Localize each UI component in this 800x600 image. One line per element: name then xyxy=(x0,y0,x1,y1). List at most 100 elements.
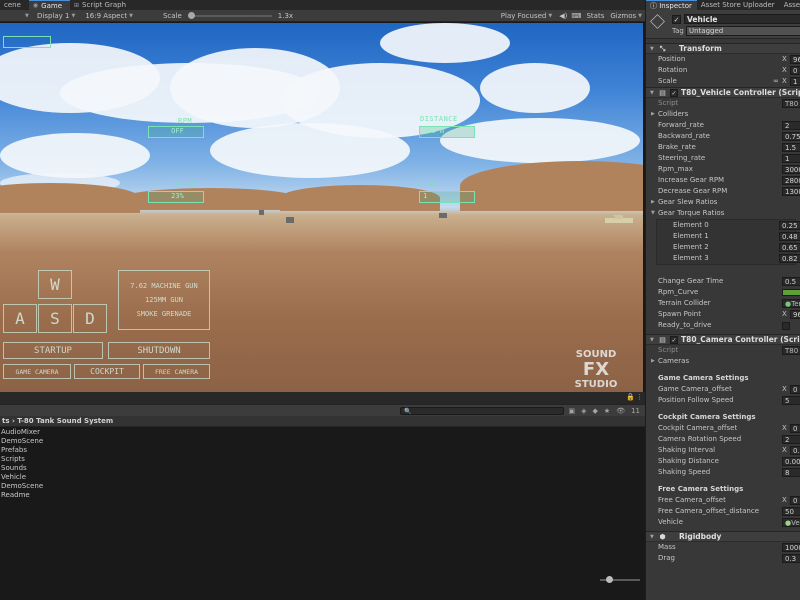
key-d-button[interactable]: D xyxy=(73,304,107,333)
list-item[interactable]: Readme xyxy=(0,491,645,500)
more-options-icon[interactable]: ⋮ xyxy=(636,393,643,401)
terrain-collider-field[interactable]: ●Terr xyxy=(782,299,800,308)
component-enabled-checkbox[interactable]: ✓ xyxy=(670,336,678,344)
game-camera-offset-x-field[interactable]: 0 xyxy=(790,385,800,394)
logo-line: FX xyxy=(582,359,610,380)
active-checkbox[interactable]: ✓ xyxy=(672,15,681,24)
filter-label-icon[interactable]: ◈ xyxy=(581,407,586,415)
steering-rate-field[interactable]: 1 xyxy=(782,154,800,163)
shutdown-button[interactable]: SHUTDOWN xyxy=(108,342,210,359)
key-w-button[interactable]: W xyxy=(38,270,72,299)
gear-torque-row[interactable]: ▼ Gear Torque Ratios xyxy=(646,208,800,219)
weapons-panel[interactable]: 7.62 MACHINE GUN 125MM GUN SMOKE GRENADE xyxy=(118,270,210,330)
tab-script-graph[interactable]: ⊞ Script Graph xyxy=(70,0,134,10)
tab-asset[interactable]: Asset xyxy=(780,0,800,10)
shaking-distance-field[interactable]: 0.001 xyxy=(782,457,800,466)
decrease-rpm-field[interactable]: 1300 xyxy=(782,187,800,196)
increase-rpm-field[interactable]: 2800 xyxy=(782,176,800,185)
game-viewport[interactable]: RPM OFF DISTANCE 500 m SPEED 23% GEAR 1 … xyxy=(0,23,643,392)
shortcut-icon[interactable]: ⌨ xyxy=(569,10,583,22)
element-0-field[interactable]: 0.25 xyxy=(779,221,800,230)
scale-slider-knob[interactable] xyxy=(187,11,195,19)
project-breadcrumb[interactable]: ts › T-80 Tank Sound System xyxy=(0,416,645,427)
rpm-curve-field[interactable] xyxy=(782,289,800,296)
cockpit-camera-offset-x-field[interactable]: 0 xyxy=(790,424,800,433)
colliders-row[interactable]: ▶ Colliders xyxy=(646,109,800,120)
component-enabled-checkbox[interactable]: ✓ xyxy=(670,89,678,97)
play-mode-dropdown[interactable]: Play Focused ▼ xyxy=(496,10,557,22)
camera-controller-header[interactable]: ▼ ▤ ✓ T80_Camera Controller (Script) xyxy=(646,334,800,345)
startup-button[interactable]: STARTUP xyxy=(3,342,103,359)
tag-dropdown[interactable]: Untagged xyxy=(686,26,800,36)
scale-row: Scale ∞ X 1 xyxy=(646,76,800,87)
list-item[interactable]: Scripts xyxy=(0,455,645,464)
script-icon: ▤ xyxy=(659,336,666,344)
change-gear-time-field[interactable]: 0.5 xyxy=(782,277,800,286)
rigidbody-component-header[interactable]: ▼ ⬢ Rigidbody xyxy=(646,531,800,542)
list-item[interactable]: DemoScene xyxy=(0,482,645,491)
display-dropdown[interactable]: Display 1 ▼ xyxy=(32,10,80,22)
axis-x-label: X xyxy=(782,55,787,63)
gear-slew-row[interactable]: ▶ Gear Slew Ratios xyxy=(646,197,800,208)
field-label: Gear Torque Ratios xyxy=(658,209,725,217)
field-label: Script xyxy=(658,99,679,107)
visibility-icon[interactable]: 👁 xyxy=(616,407,625,415)
scale-x-field[interactable]: 1 xyxy=(790,77,800,86)
free-camera-distance-field[interactable]: 50 xyxy=(782,507,800,516)
field-label: Scale xyxy=(658,77,677,85)
list-item[interactable]: AudioMixer xyxy=(0,428,645,437)
rotation-speed-field[interactable]: 2 xyxy=(782,435,800,444)
tab-game[interactable]: ◉ Game xyxy=(28,0,70,10)
filter-type-icon[interactable]: ▣ xyxy=(569,407,576,415)
cameras-row[interactable]: ▶ Cameras xyxy=(646,356,800,367)
element-3-field[interactable]: 0.82 xyxy=(779,254,800,263)
list-item[interactable]: DemoScene xyxy=(0,437,645,446)
object-name-field[interactable]: Vehicle xyxy=(684,14,800,24)
shaking-interval-x-field[interactable]: 0.0 xyxy=(790,446,800,455)
vehicle-ref-field[interactable]: ●Vehi xyxy=(782,518,800,527)
mass-field[interactable]: 1000 xyxy=(782,543,800,552)
icon-size-slider-knob[interactable] xyxy=(606,576,613,583)
brake-rate-row: Brake_rate 1.5 xyxy=(646,142,800,153)
brake-rate-field[interactable]: 1.5 xyxy=(782,143,800,152)
forward-rate-field[interactable]: 2 xyxy=(782,121,800,130)
icon-size-slider[interactable] xyxy=(600,576,640,583)
game-dropdown[interactable]: ▼ xyxy=(0,10,32,22)
aspect-dropdown[interactable]: 16:9 Aspect ▼ xyxy=(80,10,138,22)
follow-speed-field[interactable]: 5 xyxy=(782,396,800,405)
rotation-x-field[interactable]: 0 xyxy=(790,66,800,75)
ready-to-drive-checkbox[interactable] xyxy=(782,322,790,330)
position-x-field[interactable]: 96 xyxy=(790,55,800,64)
drag-field[interactable]: 0.3 xyxy=(782,554,800,563)
axis-x-label: X xyxy=(782,446,787,454)
key-s-button[interactable]: S xyxy=(38,304,72,333)
stats-button[interactable]: Stats xyxy=(583,10,607,22)
link-icon[interactable]: ∞ xyxy=(773,76,779,87)
rpm-max-field[interactable]: 3000 xyxy=(782,165,800,174)
backward-rate-field[interactable]: 0.75 xyxy=(782,132,800,141)
vehicle-controller-header[interactable]: ▼ ▤ ✓ T80_Vehicle Controller (Script) xyxy=(646,87,800,98)
tab-inspector[interactable]: ⓘ Inspector xyxy=(646,0,697,10)
element-2-field[interactable]: 0.65 xyxy=(779,243,800,252)
gizmos-button[interactable]: Gizmos ▼ xyxy=(607,10,645,22)
list-item[interactable]: Prefabs xyxy=(0,446,645,455)
shaking-speed-field[interactable]: 8 xyxy=(782,468,800,477)
key-a-button[interactable]: A xyxy=(3,304,37,333)
favorite-icon[interactable]: ★ xyxy=(604,407,610,415)
game-camera-button[interactable]: GAME CAMERA xyxy=(3,364,71,379)
tab-scene[interactable]: cene xyxy=(0,0,29,10)
tab-asset-store-uploader[interactable]: Asset Store Uploader xyxy=(697,0,780,10)
free-camera-offset-x-field[interactable]: 0 xyxy=(790,496,800,505)
transform-component-header[interactable]: ▼ ⤡ Transform xyxy=(646,43,800,54)
element-1-field[interactable]: 0.48 xyxy=(779,232,800,241)
cockpit-camera-button[interactable]: COCKPIT xyxy=(74,364,140,379)
mute-audio-icon[interactable]: ◀) xyxy=(557,10,569,22)
free-camera-button[interactable]: FREE CAMERA xyxy=(143,364,210,379)
list-item[interactable]: Sounds xyxy=(0,464,645,473)
tag-icon[interactable]: ◆ xyxy=(593,407,598,415)
scale-slider[interactable] xyxy=(187,11,272,19)
spawn-point-x-field[interactable]: 96 xyxy=(790,310,800,319)
list-item[interactable]: Vehicle xyxy=(0,473,645,482)
lock-icon[interactable]: 🔒 xyxy=(626,393,635,401)
project-search-input[interactable]: 🔍 xyxy=(400,407,564,415)
